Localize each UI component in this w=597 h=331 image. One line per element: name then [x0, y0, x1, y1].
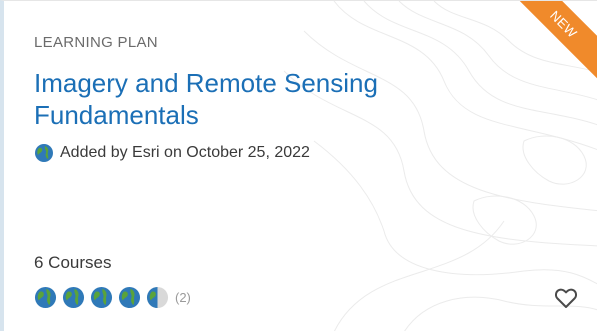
new-badge: NEW: [500, 1, 597, 88]
globe-rating-icon: [62, 286, 85, 309]
byline: Added by Esri on October 25, 2022: [34, 143, 310, 163]
heart-icon[interactable]: [554, 287, 578, 309]
rating[interactable]: (2): [34, 286, 191, 309]
byline-text: Added by Esri on October 25, 2022: [60, 144, 310, 161]
globe-icon: [35, 144, 53, 162]
half-globe-rating-icon: [146, 286, 169, 309]
learning-plan-card[interactable]: NEW LEARNING PLAN Imagery and Remote Sen…: [0, 0, 597, 331]
rating-count: (2): [175, 290, 191, 305]
course-count: 6 Courses: [34, 253, 112, 272]
globe-rating-icon: [90, 286, 113, 309]
globe-rating-icon: [118, 286, 141, 309]
globe-rating-icon: [34, 286, 57, 309]
content-type-label: LEARNING PLAN: [34, 34, 158, 51]
learning-plan-title-link[interactable]: Imagery and Remote Sensing Fundamentals: [34, 67, 474, 131]
